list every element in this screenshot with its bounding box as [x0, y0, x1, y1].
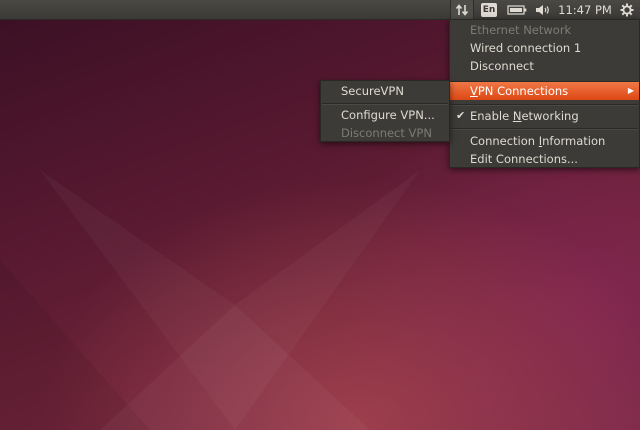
sound-indicator[interactable] — [532, 0, 554, 20]
top-panel: En 11:47 PM — [0, 0, 640, 20]
disconnect-vpn-item: Disconnect VPN — [341, 126, 432, 140]
menu-separator — [451, 104, 638, 106]
edit-connections-item[interactable]: Edit Connections... — [450, 150, 639, 168]
vpn-item-securevpn[interactable]: SecureVPN — [321, 82, 449, 100]
network-menu: Ethernet Network Wired connection 1 Disc… — [449, 19, 640, 168]
ethernet-network-header: Ethernet Network — [470, 23, 572, 37]
battery-icon — [507, 5, 527, 15]
keyboard-indicator[interactable]: En — [478, 0, 500, 20]
checkmark-icon: ✔ — [456, 109, 466, 122]
disconnect-item[interactable]: Disconnect — [450, 57, 639, 75]
network-updown-icon — [455, 4, 469, 16]
battery-indicator[interactable] — [505, 0, 529, 20]
speaker-volume-icon — [536, 5, 549, 15]
keyboard-layout-label: En — [481, 3, 497, 17]
configure-vpn-item[interactable]: Configure VPN... — [321, 106, 449, 124]
vpn-connections-item[interactable]: VPN Connections ▶ — [450, 82, 639, 100]
session-indicator[interactable] — [616, 0, 638, 20]
wired-connection-item[interactable]: Wired connection 1 — [450, 39, 639, 57]
menu-separator — [451, 128, 638, 130]
submenu-arrow-icon: ▶ — [627, 86, 634, 95]
clock[interactable]: 11:47 PM — [556, 0, 614, 20]
enable-networking-item[interactable]: ✔ Enable Networking — [450, 107, 639, 125]
network-indicator[interactable] — [450, 0, 474, 20]
connection-information-item[interactable]: Connection Information — [450, 132, 639, 150]
gear-icon — [620, 3, 634, 17]
menu-separator — [322, 103, 448, 105]
vpn-submenu: SecureVPN Configure VPN... Disconnect VP… — [320, 80, 450, 142]
